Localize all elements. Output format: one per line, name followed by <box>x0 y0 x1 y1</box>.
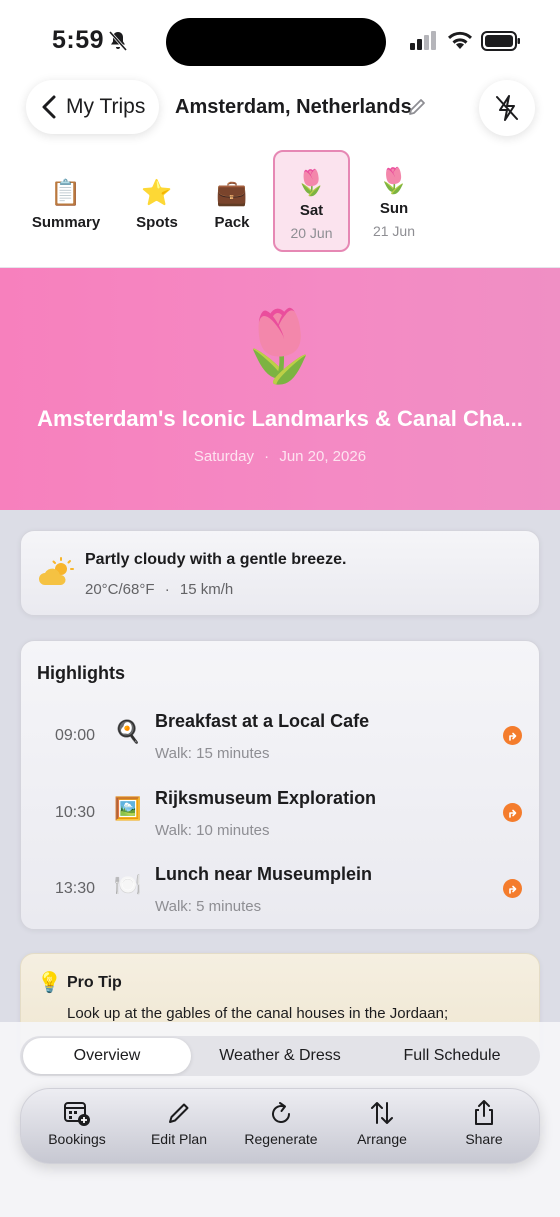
arrange-button[interactable]: Arrange <box>332 1099 432 1157</box>
day-weekday: Saturday <box>193 448 254 465</box>
chevron-left-icon <box>42 95 56 119</box>
top-nav: My Trips Amsterdam, Netherlands <box>0 70 560 150</box>
tab-date: 20 Jun <box>290 225 333 241</box>
tab-summary[interactable]: 📋 Summary <box>26 150 106 252</box>
day-hero-banner: 🌷 Amsterdam's Iconic Landmarks & Canal C… <box>0 268 560 510</box>
item-walk-time: Walk: 10 minutes <box>155 822 270 839</box>
status-time: 5:59 <box>52 26 105 54</box>
framed-picture-icon: 🖼️ <box>114 796 142 821</box>
tab-day-sun[interactable]: 🌷 Sun 21 Jun <box>358 150 430 252</box>
directions-button[interactable] <box>503 803 522 822</box>
tool-label: Bookings <box>48 1131 106 1147</box>
cellular-signal-icon <box>410 31 436 50</box>
tab-spots[interactable]: ⭐ Spots <box>122 150 192 252</box>
flash-off-icon <box>496 95 518 121</box>
tool-label: Regenerate <box>244 1131 318 1147</box>
tab-label: Summary <box>31 214 101 231</box>
bell-muted-icon <box>108 31 128 51</box>
day-tabs: 📋 Summary ⭐ Spots 💼 Pack 🌷 Sat 20 Jun 🌷 … <box>0 150 560 268</box>
star-icon: ⭐ <box>141 179 173 207</box>
segment-weather-dress[interactable]: Weather & Dress <box>195 1038 365 1074</box>
regenerate-button[interactable]: Regenerate <box>231 1099 331 1157</box>
action-toolbar: Bookings Edit Plan Regenerate Arrange Sh… <box>20 1088 540 1164</box>
share-button[interactable]: Share <box>434 1099 534 1157</box>
day-date: Saturday · Jun 20, 2026 <box>0 448 560 465</box>
view-segmented-control: Overview Weather & Dress Full Schedule <box>20 1036 540 1076</box>
tool-label: Share <box>465 1131 503 1147</box>
directions-button[interactable] <box>503 726 522 745</box>
weather-summary: Partly cloudy with a gentle breeze. <box>85 551 347 568</box>
list-item[interactable]: 09:00 🍳 Breakfast at a Local Cafe Walk: … <box>21 705 539 769</box>
list-item[interactable]: 10:30 🖼️ Rijksmuseum Exploration Walk: 1… <box>21 782 539 846</box>
tip-title: Pro Tip <box>67 974 122 991</box>
segment-full-schedule[interactable]: Full Schedule <box>368 1038 536 1074</box>
dynamic-island <box>166 18 386 66</box>
highlights-title: Highlights <box>37 663 125 683</box>
arrow-turn-icon <box>508 809 516 818</box>
lightbulb-icon: 💡 <box>37 972 62 994</box>
trip-title[interactable]: Amsterdam, Netherlands <box>175 96 412 119</box>
arrow-turn-icon <box>508 732 516 741</box>
list-item[interactable]: 13:30 🍽️ Lunch near Museumplein Walk: 5 … <box>21 858 539 922</box>
plate-cutlery-icon: 🍽️ <box>114 872 142 897</box>
back-button[interactable]: My Trips <box>26 80 159 134</box>
wifi-icon <box>448 31 472 49</box>
tab-label: Sun <box>379 200 409 217</box>
tab-date: 21 Jun <box>372 223 416 239</box>
sort-arrows-icon <box>371 1102 393 1124</box>
bookings-button[interactable]: Bookings <box>27 1099 127 1157</box>
back-label: My Trips <box>66 95 146 118</box>
edit-plan-button[interactable]: Edit Plan <box>129 1099 229 1157</box>
tab-label: Sat <box>299 202 324 219</box>
directions-button[interactable] <box>503 879 522 898</box>
edit-title-icon[interactable] <box>407 96 427 118</box>
item-title: Lunch near Museumplein <box>155 864 373 884</box>
item-time: 13:30 <box>55 880 96 897</box>
calendar-plus-icon <box>64 1102 90 1126</box>
tab-day-sat[interactable]: 🌷 Sat 20 Jun <box>273 150 350 252</box>
date-separator: · <box>264 448 270 465</box>
item-walk-time: Walk: 15 minutes <box>155 745 270 762</box>
item-title: Breakfast at a Local Cafe <box>155 711 370 731</box>
tab-label: Pack <box>214 214 250 231</box>
weather-card[interactable]: Partly cloudy with a gentle breeze. 20°C… <box>20 530 540 616</box>
detail-separator: · <box>164 581 170 598</box>
day-full-date: Jun 20, 2026 <box>279 448 367 465</box>
arrow-turn-icon <box>508 885 516 894</box>
refresh-icon <box>272 1102 290 1123</box>
flash-off-button[interactable] <box>479 80 535 136</box>
day-title: Amsterdam's Iconic Landmarks & Canal Cha… <box>37 406 523 431</box>
highlights-card: Highlights 09:00 🍳 Breakfast at a Local … <box>20 640 540 930</box>
item-walk-time: Walk: 5 minutes <box>155 898 262 915</box>
tulip-icon: 🌷 <box>236 307 324 385</box>
weather-details: 20°C/68°F · 15 km/h <box>85 581 233 598</box>
tool-label: Arrange <box>357 1131 407 1147</box>
partly-cloudy-icon <box>39 557 74 585</box>
item-time: 10:30 <box>55 804 96 821</box>
suitcase-icon: 💼 <box>216 179 248 207</box>
tulip-icon: 🌷 <box>378 167 410 195</box>
frying-pan-icon: 🍳 <box>114 719 142 744</box>
item-time: 09:00 <box>55 727 96 744</box>
tab-label: Spots <box>136 214 178 231</box>
tip-text: Look up at the gables of the canal house… <box>67 1005 449 1022</box>
wind-speed: 15 km/h <box>179 581 234 598</box>
tulip-icon: 🌷 <box>295 169 328 197</box>
tab-pack[interactable]: 💼 Pack <box>202 150 262 252</box>
bottom-controls: Overview Weather & Dress Full Schedule B… <box>0 1022 560 1217</box>
tool-label: Edit Plan <box>150 1131 208 1147</box>
clipboard-icon: 📋 <box>50 179 82 207</box>
share-icon <box>475 1100 493 1125</box>
pencil-icon <box>169 1103 189 1123</box>
temperature: 20°C/68°F <box>85 581 155 598</box>
battery-icon <box>481 31 520 51</box>
item-title: Rijksmuseum Exploration <box>155 788 377 808</box>
segment-overview[interactable]: Overview <box>23 1038 191 1074</box>
